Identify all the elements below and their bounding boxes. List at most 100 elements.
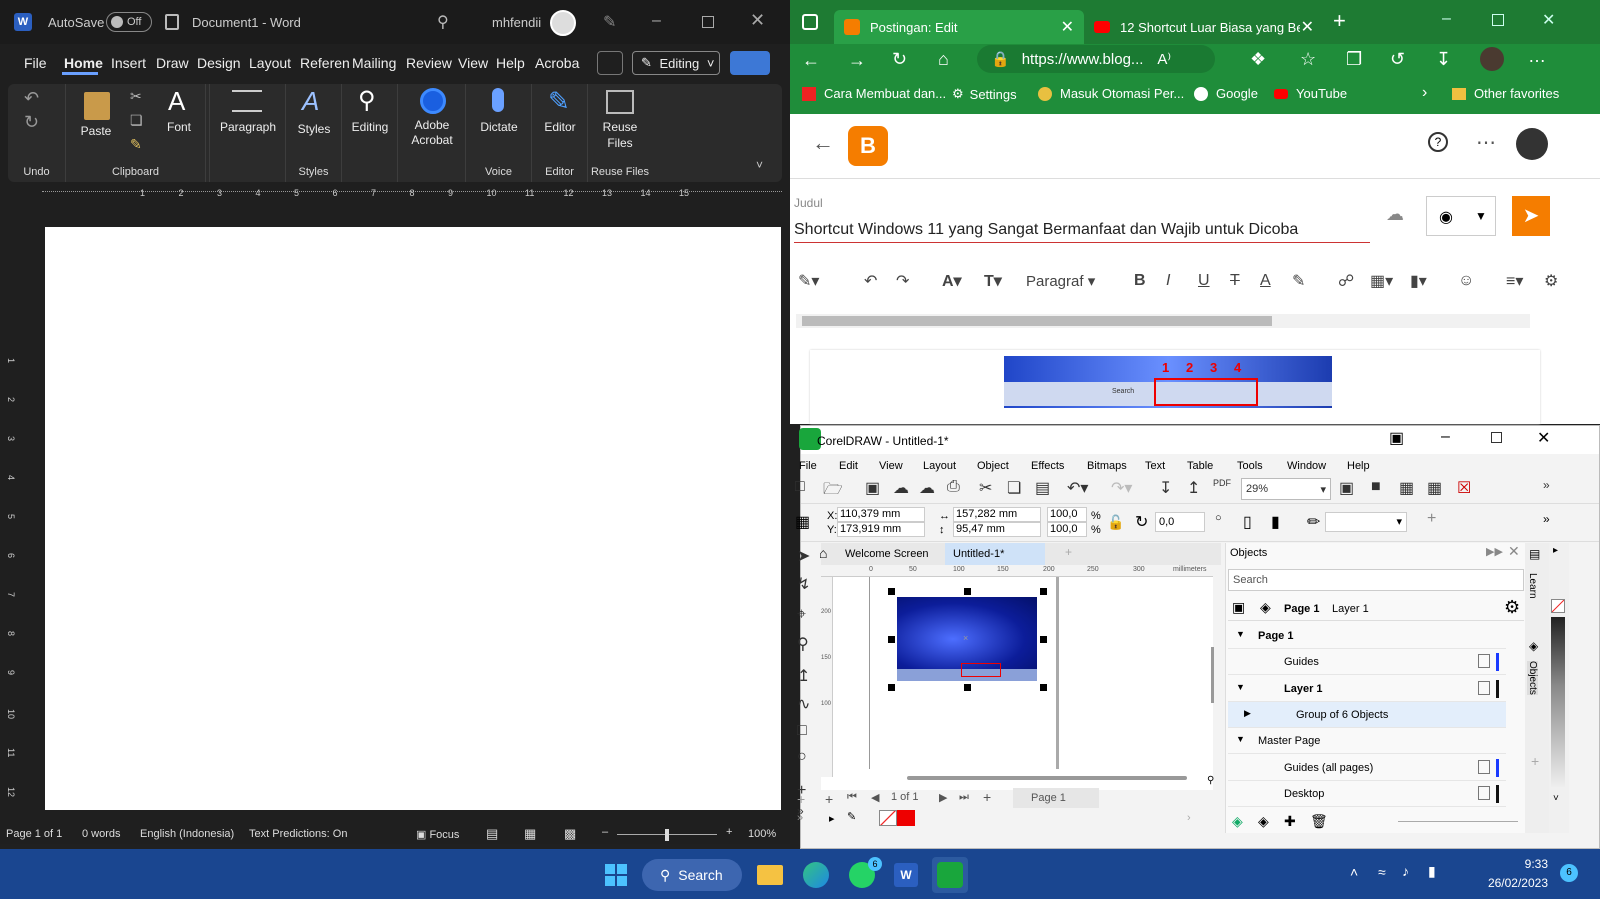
paste-icon[interactable] bbox=[84, 92, 110, 120]
delete-icon[interactable]: 🗑 bbox=[1310, 813, 1328, 830]
history-icon[interactable]: ↺ bbox=[1390, 49, 1405, 70]
word-count[interactable]: 0 words bbox=[82, 828, 121, 840]
snap-off-icon[interactable]: ☒ bbox=[1457, 478, 1471, 498]
fav-item[interactable]: Cara Membuat dan... bbox=[802, 86, 946, 101]
maximize-icon[interactable] bbox=[1491, 432, 1502, 443]
red-swatch[interactable] bbox=[897, 810, 915, 826]
menu-text[interactable]: Text bbox=[1145, 460, 1165, 472]
fav-item[interactable]: Google bbox=[1194, 86, 1258, 101]
redo-icon[interactable]: ↷▾ bbox=[1111, 478, 1132, 498]
close-icon[interactable]: ✕ bbox=[1542, 10, 1555, 30]
guidelines-icon[interactable]: ▦ bbox=[1427, 478, 1442, 498]
acrobat-label[interactable]: Acrobat bbox=[400, 133, 464, 147]
no-fill-swatch[interactable] bbox=[879, 810, 897, 826]
tab-untitled[interactable]: Untitled-1* bbox=[945, 543, 1045, 565]
drawing-canvas[interactable]: 0 50 100 150 200 250 300 millimeters 200 150 100 … bbox=[821, 565, 1214, 790]
shape-tool-icon[interactable]: ↯ bbox=[797, 574, 810, 594]
menu-edit[interactable]: Edit bbox=[839, 460, 858, 472]
tab-close-icon[interactable]: ✕ bbox=[1061, 17, 1074, 37]
volume-icon[interactable]: ♪ bbox=[1402, 863, 1409, 879]
read-aloud-icon[interactable]: A⁾ bbox=[1157, 50, 1171, 68]
font-icon[interactable]: A bbox=[168, 86, 185, 117]
menu-layout[interactable]: Layout bbox=[245, 55, 295, 71]
styles-button[interactable]: Styles bbox=[290, 122, 338, 136]
search-icon[interactable]: ⚲ bbox=[437, 12, 449, 32]
paste-icon[interactable]: ▤ bbox=[1035, 478, 1050, 498]
menu-insert[interactable]: Insert bbox=[107, 55, 150, 71]
object-tree-row[interactable]: ▶ Group of 6 Objects bbox=[1228, 701, 1506, 728]
scale-y-input[interactable]: 100,0 bbox=[1047, 522, 1087, 537]
selection-handle[interactable] bbox=[888, 684, 895, 691]
reuse-label[interactable]: Reuse bbox=[590, 120, 650, 134]
tab-close-icon[interactable]: ✕ bbox=[1301, 17, 1314, 37]
emoji-icon[interactable]: ☺ bbox=[1458, 272, 1474, 290]
new-layer-icon[interactable]: ◈ bbox=[1232, 813, 1243, 830]
add-page-after-icon[interactable]: + bbox=[983, 789, 991, 805]
expand-arrow-icon[interactable]: ▼ bbox=[1236, 682, 1245, 692]
cut-icon[interactable]: ✂ bbox=[979, 478, 992, 498]
new-document-icon[interactable]: □ bbox=[795, 478, 805, 496]
docker-tab-icon[interactable]: ▤ bbox=[1529, 547, 1540, 561]
download-icon[interactable]: ↧ bbox=[1436, 49, 1451, 70]
link-icon[interactable]: ☍ bbox=[1338, 271, 1354, 291]
text-style-icon[interactable]: A▾ bbox=[942, 271, 962, 291]
format-painter-icon[interactable]: ✎ bbox=[130, 136, 142, 153]
menu-object[interactable]: Object bbox=[977, 460, 1009, 472]
lock-icon[interactable] bbox=[1478, 785, 1490, 800]
palette-scroll-up-icon[interactable]: ▸ bbox=[1553, 545, 1558, 556]
print-layout-icon[interactable]: ▦ bbox=[524, 826, 536, 842]
cloud-upload-icon[interactable]: ☁ bbox=[893, 478, 909, 498]
expand-arrow-icon[interactable]: ▼ bbox=[1236, 734, 1245, 744]
files-label[interactable]: Files bbox=[590, 136, 650, 150]
horizontal-scrollbar[interactable] bbox=[907, 776, 1187, 780]
address-bar[interactable]: 🔒 https://www.blog... A⁾ bbox=[977, 45, 1215, 73]
selection-handle[interactable] bbox=[1040, 684, 1047, 691]
strikethrough-icon[interactable]: T bbox=[1230, 272, 1240, 290]
fav-item[interactable]: Masuk Otomasi Per... bbox=[1038, 86, 1184, 101]
object-tree-row[interactable]: ▼ Master Page bbox=[1228, 728, 1506, 755]
taskbar-search[interactable]: ⚲ Search bbox=[642, 859, 742, 891]
rectangle-tool-icon[interactable]: □ bbox=[797, 722, 807, 740]
undo-icon[interactable]: ↶ bbox=[24, 88, 39, 109]
object-tree-row[interactable]: Guides bbox=[1228, 649, 1506, 676]
clock-date[interactable]: 26/02/2023 bbox=[1470, 876, 1548, 890]
help-icon[interactable]: ? bbox=[1428, 132, 1448, 152]
objects-search-input[interactable]: Search bbox=[1228, 569, 1524, 591]
zoom-icon[interactable]: ⚲ bbox=[1207, 775, 1214, 786]
menu-view[interactable]: View bbox=[879, 460, 903, 472]
move-to-layer-icon[interactable]: ✚ bbox=[1284, 813, 1296, 830]
paste-button[interactable]: Paste bbox=[74, 124, 118, 138]
object-tree-row[interactable]: Desktop bbox=[1228, 781, 1506, 807]
property-more-icon[interactable]: » bbox=[1543, 512, 1550, 526]
start-button[interactable] bbox=[598, 857, 634, 893]
new-master-layer-icon[interactable]: ◈ bbox=[1258, 813, 1269, 830]
last-page-icon[interactable]: ⏭ bbox=[959, 791, 969, 804]
learn-tab[interactable]: Learn bbox=[1527, 573, 1538, 599]
apps-grid-icon[interactable]: ⋯ bbox=[1476, 130, 1496, 155]
bold-icon[interactable]: B bbox=[1134, 272, 1146, 290]
blogger-logo[interactable]: B bbox=[848, 126, 888, 166]
expand-arrow-icon[interactable]: ▼ bbox=[1236, 629, 1245, 639]
rulers-icon[interactable]: ■ bbox=[1371, 478, 1381, 496]
home-icon[interactable]: ⌂ bbox=[938, 49, 949, 70]
lock-ratio-icon[interactable]: 🔓 bbox=[1107, 514, 1124, 531]
ribbon-collapse-icon[interactable]: ˅ bbox=[756, 158, 763, 172]
selection-handle[interactable] bbox=[888, 588, 895, 595]
editor-button[interactable]: Editor bbox=[534, 120, 586, 134]
focus-button[interactable]: ▣ Focus bbox=[416, 828, 459, 841]
object-tree-row[interactable]: ▼ Layer 1 bbox=[1228, 676, 1506, 702]
zoom-level[interactable]: 100% bbox=[748, 828, 776, 840]
video-icon[interactable]: ▮▾ bbox=[1410, 271, 1427, 291]
menu-references[interactable]: Referen bbox=[296, 55, 354, 71]
close-icon[interactable]: ✕ bbox=[1537, 428, 1550, 448]
selection-handle[interactable] bbox=[964, 588, 971, 595]
menu-review[interactable]: Review bbox=[402, 55, 456, 71]
ellipse-tool-icon[interactable]: ○ bbox=[797, 748, 807, 766]
open-icon[interactable]: 🗁 bbox=[823, 478, 843, 505]
font-size-icon[interactable]: T▾ bbox=[984, 271, 1002, 291]
selection-handle[interactable] bbox=[1040, 636, 1047, 643]
expand-arrow-icon[interactable]: ▶ bbox=[1244, 708, 1251, 719]
zoom-level-dropdown[interactable]: 29% ▾ bbox=[1241, 478, 1331, 500]
extensions-icon[interactable]: ❖ bbox=[1250, 49, 1266, 70]
docker-options-icon[interactable]: ⚙ bbox=[1504, 597, 1520, 618]
